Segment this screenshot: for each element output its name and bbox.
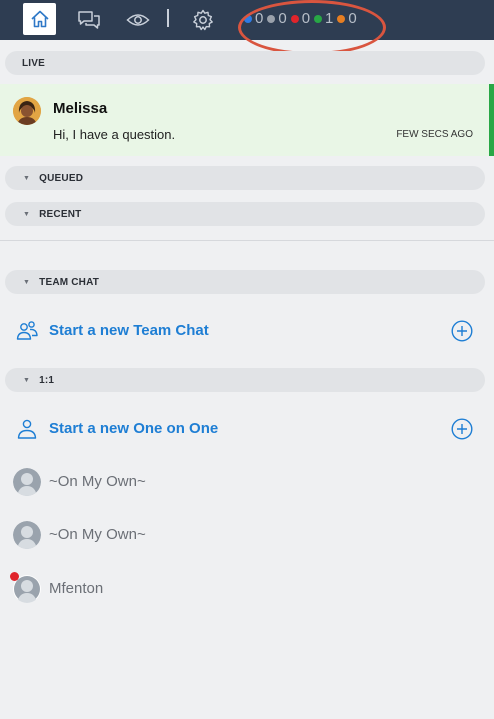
- eye-icon: [126, 14, 150, 26]
- home-button[interactable]: [23, 3, 56, 35]
- one-on-one-section-header[interactable]: ▼ 1:1: [5, 368, 485, 392]
- default-avatar-icon: [13, 468, 41, 496]
- section-label: LIVE: [22, 57, 46, 69]
- add-circle-icon[interactable]: [451, 418, 473, 440]
- avatar: [13, 521, 41, 549]
- chats-button[interactable]: [74, 0, 104, 40]
- collapse-caret-icon: ▼: [23, 278, 31, 286]
- queued-section-header[interactable]: ▼ QUEUED: [5, 166, 485, 190]
- contact-item[interactable]: Mfenton: [0, 572, 494, 604]
- contact-name: ~On My Own~: [49, 473, 146, 490]
- section-label: TEAM CHAT: [39, 276, 100, 288]
- live-chat-name: Melissa: [53, 100, 108, 117]
- recent-section-header[interactable]: ▼ RECENT: [5, 202, 485, 226]
- contact-item[interactable]: ~On My Own~: [0, 520, 494, 550]
- section-label: QUEUED: [39, 172, 84, 184]
- live-chat-item[interactable]: Melissa Hi, I have a question. FEW SECS …: [0, 84, 494, 156]
- person-icon: [17, 419, 37, 439]
- person-avatar-icon: [13, 97, 41, 125]
- contact-item[interactable]: ~On My Own~: [0, 467, 494, 497]
- collapse-caret-icon: ▼: [23, 174, 31, 182]
- team-chat-section-header[interactable]: ▼ TEAM CHAT: [5, 270, 485, 294]
- contact-name: Mfenton: [49, 580, 104, 597]
- add-circle-icon[interactable]: [451, 320, 473, 342]
- chat-bubbles-icon: [78, 11, 100, 29]
- gear-icon: [193, 9, 213, 31]
- contact-name: ~On My Own~: [49, 526, 146, 543]
- highlight-annotation-ellipse: [238, 0, 386, 55]
- default-avatar-icon: [13, 521, 41, 549]
- home-icon: [30, 10, 49, 28]
- section-label: 1:1: [39, 374, 55, 386]
- collapse-caret-icon: ▼: [23, 376, 31, 384]
- section-divider: [0, 240, 494, 241]
- avatar: [13, 468, 41, 496]
- toolbar-separator: [167, 9, 169, 27]
- collapse-caret-icon: ▼: [23, 210, 31, 218]
- start-one-on-one-label: Start a new One on One: [49, 420, 219, 437]
- live-section-header[interactable]: LIVE: [5, 51, 485, 75]
- start-one-on-one-row[interactable]: Start a new One on One: [0, 414, 494, 444]
- monitor-button[interactable]: [123, 0, 153, 40]
- settings-button[interactable]: [188, 0, 218, 40]
- unread-indicator-dot: [10, 572, 19, 581]
- active-indicator-bar: [489, 84, 494, 156]
- live-chat-message: Hi, I have a question.: [53, 127, 176, 142]
- start-team-chat-row[interactable]: Start a new Team Chat: [0, 316, 494, 346]
- live-chat-time: FEW SECS AGO: [396, 129, 473, 140]
- section-label: RECENT: [39, 208, 82, 220]
- avatar: [13, 97, 41, 125]
- start-team-chat-label: Start a new Team Chat: [49, 322, 209, 339]
- group-icon: [16, 321, 38, 340]
